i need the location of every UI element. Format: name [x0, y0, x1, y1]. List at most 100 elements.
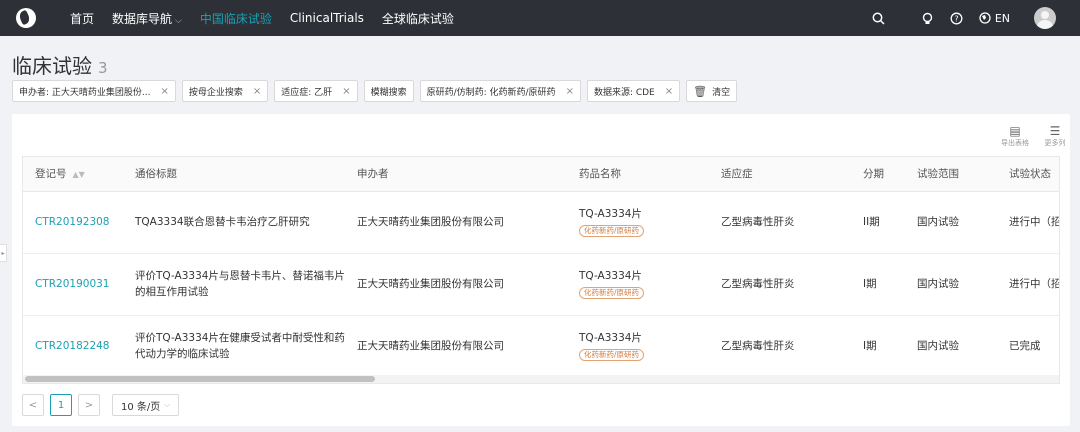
indication: 乙型病毒性肝炎 — [709, 191, 851, 254]
indication: 乙型病毒性肝炎 — [709, 315, 851, 378]
chevron-down-icon: ⌵ — [164, 400, 171, 409]
column-header[interactable]: 登记号 ▲▼ — [23, 157, 123, 192]
language-switch[interactable]: EN — [979, 12, 1010, 25]
export-label: 导出表格 — [1001, 139, 1029, 147]
close-icon[interactable]: × — [160, 86, 168, 97]
next-page-button[interactable]: > — [78, 394, 100, 416]
top-nav: 首页 数据库导航 ⌵ 中国临床试验 ClinicalTrials 全球临床试验 ?… — [0, 0, 1080, 36]
list-icon: ☰ — [1049, 124, 1061, 138]
globe-icon — [979, 12, 991, 24]
export-table-button[interactable]: ▤ 导出表格 — [1000, 124, 1030, 148]
nav-right: ? EN — [872, 0, 1080, 36]
filter-bar: 申办者: 正大天晴药业集团股份... × 按母企业搜索 × 适应症: 乙肝 × 模糊搜… — [12, 80, 738, 102]
trial-scope: 国内试验 — [905, 315, 997, 378]
results-card: ▤ 导出表格 ☰ 更多列 登记号 ▲▼ 通俗标题 申办者 药品名称 适应症 分期 … — [12, 114, 1070, 426]
clear-label: 清空 — [712, 87, 731, 98]
filter-chip-fuzzy-search[interactable]: 模糊搜索 — [363, 80, 414, 102]
drug-type-tag: 化药新药/原研药 — [579, 225, 645, 237]
page-1-button[interactable]: 1 — [50, 394, 72, 416]
filter-chip-source[interactable]: 数据来源: CDE × — [586, 80, 681, 102]
export-icon: ▤ — [1009, 124, 1021, 138]
phase: I期 — [851, 253, 905, 316]
drug-cell: TQ-A3334片 化药新药/原研药 — [567, 253, 709, 316]
filter-chip-label: 适应症: 乙肝 — [281, 87, 333, 98]
trial-status: 进行中（招 — [997, 253, 1059, 316]
trial-scope: 国内试验 — [905, 253, 997, 316]
clear-filters-button[interactable]: 🗑 清空 — [686, 80, 738, 102]
horizontal-scrollbar[interactable] — [23, 375, 1059, 383]
column-header: 药品名称 — [567, 157, 709, 192]
language-label: EN — [994, 11, 1010, 25]
nav-global-trials[interactable]: 全球临床试验 — [382, 10, 454, 27]
page-title-text: 临床试验 — [12, 54, 92, 78]
filter-chip-parent-company[interactable]: 按母企业搜索 × — [181, 80, 269, 102]
svg-text:?: ? — [954, 14, 958, 23]
more-columns-label: 更多列 — [1044, 139, 1066, 147]
nav-database-label: 数据库导航 — [112, 11, 173, 26]
nav-home[interactable]: 首页 — [70, 10, 94, 27]
filter-chip-label: 原研药/仿制药: 化药新药/原研药 — [426, 87, 556, 98]
help-icon[interactable]: ? — [950, 12, 963, 25]
registration-id-link[interactable]: CTR20182248 — [23, 315, 123, 378]
table-row: CTR20190031 评价TQ-A3334片与恩替卡韦片、替诺福韦片的相互作用… — [23, 253, 1059, 316]
page-title: 临床试验 3 — [12, 50, 108, 79]
filter-chip-indication[interactable]: 适应症: 乙肝 × — [274, 80, 358, 102]
scrollbar-thumb[interactable] — [25, 376, 375, 382]
drug-name: TQ-A3334片 — [579, 208, 642, 220]
column-header: 分期 — [851, 157, 905, 192]
results-table: 登记号 ▲▼ 通俗标题 申办者 药品名称 适应症 分期 试验范围 试验状态 CTR… — [22, 156, 1060, 384]
column-header: 试验状态 — [997, 157, 1059, 192]
more-columns-button[interactable]: ☰ 更多列 — [1040, 124, 1070, 148]
drug-type-tag: 化药新药/原研药 — [579, 287, 645, 299]
sort-icon[interactable]: ▲▼ — [73, 170, 85, 179]
drug-name: TQ-A3334片 — [579, 270, 642, 282]
nav-china-trials[interactable]: 中国临床试验 — [200, 10, 272, 27]
nav-clinicaltrials[interactable]: ClinicalTrials — [290, 11, 364, 25]
trial-status: 进行中（招 — [997, 191, 1059, 254]
trial-status: 已完成 — [997, 315, 1059, 378]
phase: I期 — [851, 315, 905, 378]
table-tools: ▤ 导出表格 ☰ 更多列 — [1000, 124, 1070, 148]
trial-title: 评价TQ-A3334片在健康受试者中耐受性和药代动力学的临床试验 — [123, 315, 345, 378]
close-icon[interactable]: × — [342, 86, 350, 97]
filter-chip-label: 模糊搜索 — [370, 87, 407, 98]
close-icon[interactable]: × — [253, 86, 261, 97]
filter-chip-drug-type[interactable]: 原研药/仿制药: 化药新药/原研药 × — [419, 80, 581, 102]
registration-id-link[interactable]: CTR20190031 — [23, 253, 123, 316]
sponsor: 正大天晴药业集团股份有限公司 — [345, 191, 567, 254]
phase: II期 — [851, 191, 905, 254]
trash-icon: 🗑 — [693, 84, 708, 98]
logo[interactable] — [16, 8, 36, 28]
column-header: 申办者 — [345, 157, 567, 192]
column-header: 通俗标题 — [123, 157, 345, 192]
drug-name: TQ-A3334片 — [579, 332, 642, 344]
filter-chip-label: 按母企业搜索 — [188, 87, 243, 98]
filter-chip-sponsor[interactable]: 申办者: 正大天晴药业集团股份... × — [12, 80, 176, 102]
drug-cell: TQ-A3334片 化药新药/原研药 — [567, 191, 709, 254]
indication: 乙型病毒性肝炎 — [709, 253, 851, 316]
sponsor: 正大天晴药业集团股份有限公司 — [345, 253, 567, 316]
table-row: CTR20182248 评价TQ-A3334片在健康受试者中耐受性和药代动力学的… — [23, 315, 1059, 378]
column-header: 试验范围 — [905, 157, 997, 192]
drug-cell: TQ-A3334片 化药新药/原研药 — [567, 315, 709, 378]
registration-id-link[interactable]: CTR20192308 — [23, 191, 123, 254]
nav-database[interactable]: 数据库导航 ⌵ — [112, 10, 182, 27]
avatar[interactable] — [1034, 7, 1056, 29]
bulb-icon[interactable] — [921, 12, 934, 25]
pagination: < 1 > 10 条/页 ⌵ — [22, 394, 180, 416]
page-size-label: 10 条/页 — [121, 401, 161, 413]
close-icon[interactable]: × — [665, 86, 673, 97]
column-header: 适应症 — [709, 157, 851, 192]
prev-page-button[interactable]: < — [22, 394, 44, 416]
filter-chip-label: 申办者: 正大天晴药业集团股份... — [19, 87, 151, 98]
close-icon[interactable]: × — [566, 86, 574, 97]
search-icon[interactable] — [872, 12, 885, 25]
page-size-select[interactable]: 10 条/页 ⌵ — [112, 394, 180, 416]
sidebar-toggle[interactable]: ▸ — [0, 244, 7, 262]
filter-chip-label: 数据来源: CDE — [593, 87, 655, 98]
result-count: 3 — [98, 59, 108, 77]
trial-title: TQA3334联合恩替卡韦治疗乙肝研究 — [123, 191, 345, 254]
column-header-label: 登记号 — [35, 168, 67, 181]
table-row: CTR20192308 TQA3334联合恩替卡韦治疗乙肝研究 正大天晴药业集团… — [23, 191, 1059, 254]
sponsor: 正大天晴药业集团股份有限公司 — [345, 315, 567, 378]
